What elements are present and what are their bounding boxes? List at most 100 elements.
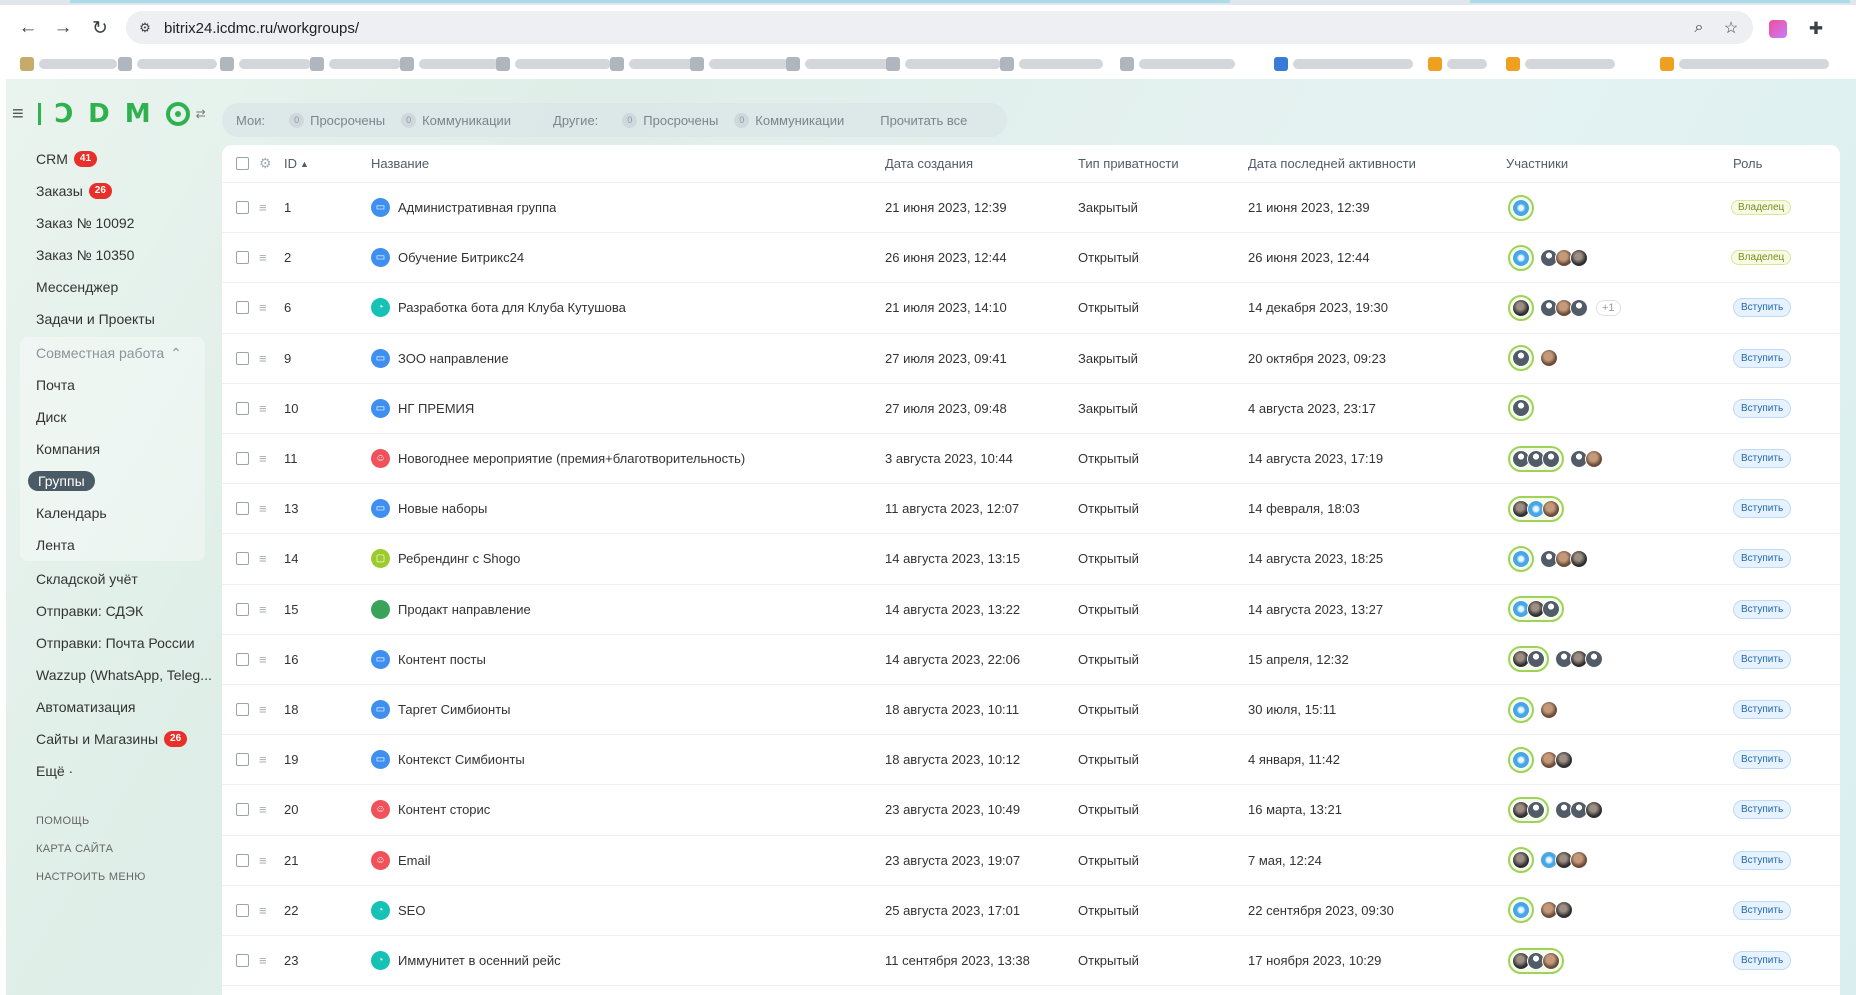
owners-group[interactable] bbox=[1508, 746, 1534, 773]
row-checkbox[interactable] bbox=[236, 201, 249, 215]
group-name-link[interactable]: Административная группа bbox=[398, 200, 556, 215]
avatar[interactable] bbox=[1527, 650, 1545, 669]
owners-group[interactable] bbox=[1508, 194, 1534, 221]
grid-settings-icon[interactable]: ⚙ bbox=[259, 155, 272, 172]
group-name-cell[interactable]: ☺ Контент сторис bbox=[371, 800, 490, 820]
sidebar-item[interactable]: Компания bbox=[20, 433, 205, 465]
group-name-cell[interactable]: Продакт направление bbox=[371, 599, 531, 619]
row-checkbox[interactable] bbox=[236, 401, 249, 415]
sidebar-item[interactable]: Отправки: Почта России bbox=[20, 627, 208, 659]
join-button[interactable]: Вступить bbox=[1733, 499, 1792, 519]
group-name-cell[interactable]: ▭ НГ ПРЕМИЯ bbox=[371, 398, 474, 418]
sidebar-item[interactable]: Календарь bbox=[20, 497, 205, 529]
sidebar-item[interactable]: Сайты и Магазины 26 bbox=[20, 723, 208, 755]
drag-handle-icon[interactable]: ≡ bbox=[259, 501, 267, 516]
join-button[interactable]: Вступить bbox=[1733, 800, 1792, 820]
avatar[interactable] bbox=[1555, 750, 1573, 769]
address-bar[interactable]: ⚙ bitrix24.icdmc.ru/workgroups/ ⌕ ☆ bbox=[126, 11, 1753, 44]
join-button[interactable]: Вступить bbox=[1733, 348, 1792, 368]
url-text[interactable]: bitrix24.icdmc.ru/workgroups/ bbox=[164, 20, 359, 37]
row-checkbox[interactable] bbox=[236, 552, 249, 566]
join-button[interactable]: Вступить bbox=[1733, 951, 1792, 971]
drag-handle-icon[interactable]: ≡ bbox=[259, 903, 267, 918]
drag-handle-icon[interactable]: ≡ bbox=[259, 451, 267, 466]
forward-icon[interactable]: → bbox=[51, 16, 75, 40]
bookmark-item[interactable] bbox=[786, 56, 891, 72]
row-checkbox[interactable] bbox=[236, 753, 249, 767]
members-list[interactable] bbox=[1508, 194, 1534, 221]
join-button[interactable]: Вступить bbox=[1733, 449, 1792, 469]
drag-handle-icon[interactable]: ≡ bbox=[259, 953, 267, 968]
avatar[interactable] bbox=[1512, 198, 1530, 217]
join-button[interactable]: Вступить bbox=[1733, 599, 1792, 619]
drag-handle-icon[interactable]: ≡ bbox=[259, 702, 267, 717]
group-name-link[interactable]: Новогоднее мероприятие (премия+благотвор… bbox=[398, 451, 745, 466]
group-name-cell[interactable]: ◔ Разработка бота для Клуба Кутушова bbox=[371, 298, 626, 318]
bookmark-item[interactable] bbox=[1274, 56, 1413, 72]
bookmark-item[interactable] bbox=[20, 56, 117, 72]
members-list[interactable] bbox=[1508, 847, 1588, 874]
drag-handle-icon[interactable]: ≡ bbox=[259, 752, 267, 767]
drag-handle-icon[interactable]: ≡ bbox=[259, 351, 267, 366]
members-list[interactable] bbox=[1508, 495, 1564, 522]
members-group[interactable] bbox=[1540, 349, 1558, 368]
sidebar-item[interactable]: Автоматизация bbox=[20, 691, 208, 723]
sidebar-footer-link[interactable]: КАРТА САЙТА bbox=[20, 835, 208, 863]
my-comm-filter[interactable]: 0 Коммуникации bbox=[401, 112, 511, 128]
owners-group[interactable] bbox=[1508, 294, 1534, 321]
row-checkbox[interactable] bbox=[236, 853, 249, 867]
group-name-cell[interactable]: ☺ Email bbox=[371, 850, 431, 870]
bookmark-item[interactable] bbox=[118, 56, 217, 72]
group-name-cell[interactable]: ◔ SEO bbox=[371, 900, 425, 920]
avatar[interactable] bbox=[1585, 449, 1603, 468]
group-name-link[interactable]: Ребрендинг с Shogo bbox=[398, 551, 520, 566]
drag-handle-icon[interactable]: ≡ bbox=[259, 200, 267, 215]
members-list[interactable] bbox=[1508, 696, 1558, 723]
group-name-cell[interactable]: ◔ Иммунитет в осенний рейс bbox=[371, 951, 561, 971]
my-overdue-filter[interactable]: 0 Просрочены bbox=[289, 112, 385, 128]
reload-icon[interactable]: ↻ bbox=[88, 16, 112, 40]
sidebar-item[interactable]: Складской учёт bbox=[20, 563, 208, 595]
bookmark-item[interactable] bbox=[1428, 56, 1487, 72]
sidebar-item[interactable]: Wazzup (WhatsApp, Teleg... bbox=[20, 659, 212, 691]
row-checkbox[interactable] bbox=[236, 903, 249, 917]
avatar[interactable] bbox=[1512, 298, 1530, 317]
sidebar-item[interactable]: Задачи и Проекты bbox=[20, 303, 208, 335]
members-group[interactable] bbox=[1540, 901, 1573, 920]
join-button[interactable]: Вступить bbox=[1733, 850, 1792, 870]
company-logo[interactable]: Ͻ D M bbox=[38, 99, 190, 129]
members-list[interactable] bbox=[1508, 345, 1558, 372]
owners-group[interactable] bbox=[1508, 345, 1534, 372]
group-name-link[interactable]: Продакт направление bbox=[398, 602, 531, 617]
extensions-puzzle-icon[interactable]: ✚ bbox=[1806, 19, 1826, 39]
drag-handle-icon[interactable]: ≡ bbox=[259, 602, 267, 617]
site-info-icon[interactable]: ⚙ bbox=[136, 19, 154, 37]
avatar[interactable] bbox=[1585, 800, 1603, 819]
avatar[interactable] bbox=[1570, 549, 1588, 568]
select-all-checkbox[interactable] bbox=[236, 157, 249, 170]
row-checkbox[interactable] bbox=[236, 251, 249, 265]
group-name-cell[interactable]: ☺ Новогоднее мероприятие (премия+благотво… bbox=[371, 449, 745, 469]
group-name-link[interactable]: НГ ПРЕМИЯ bbox=[398, 401, 474, 416]
owners-group[interactable] bbox=[1508, 395, 1534, 422]
bookmark-item[interactable] bbox=[220, 56, 311, 72]
group-name-link[interactable]: Обучение Битрикс24 bbox=[398, 250, 524, 265]
group-name-link[interactable]: Контекст Симбионты bbox=[398, 752, 525, 767]
avatar[interactable] bbox=[1542, 499, 1560, 518]
row-checkbox[interactable] bbox=[236, 502, 249, 516]
members-list[interactable] bbox=[1508, 897, 1573, 924]
join-button[interactable]: Вступить bbox=[1733, 750, 1792, 770]
members-list[interactable] bbox=[1508, 545, 1588, 572]
sidebar-item[interactable]: Заказы 26 bbox=[20, 175, 208, 207]
row-checkbox[interactable] bbox=[236, 301, 249, 315]
sidebar-item[interactable]: Лента bbox=[20, 529, 205, 561]
bookmark-item[interactable] bbox=[886, 56, 1001, 72]
group-name-link[interactable]: Новые наборы bbox=[398, 501, 487, 516]
members-list[interactable] bbox=[1508, 646, 1603, 673]
bookmark-item[interactable] bbox=[310, 56, 401, 72]
avatar[interactable] bbox=[1527, 800, 1545, 819]
group-name-link[interactable]: Email bbox=[398, 853, 431, 868]
owners-group[interactable] bbox=[1508, 445, 1564, 472]
group-name-link[interactable]: Разработка бота для Клуба Кутушова bbox=[398, 300, 626, 315]
avatar[interactable] bbox=[1542, 600, 1560, 619]
